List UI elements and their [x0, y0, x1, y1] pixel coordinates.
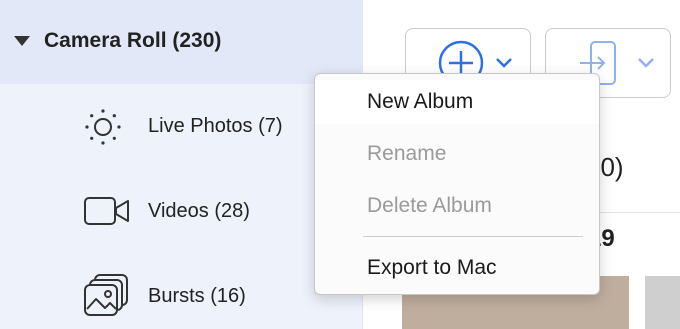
- video-camera-icon: [84, 197, 129, 225]
- context-menu: New Album Rename Delete Album Export to …: [314, 73, 600, 295]
- photo-thumbnail[interactable]: [645, 276, 680, 329]
- chevron-down-icon: [638, 58, 654, 68]
- menu-item-export-to-mac[interactable]: Export to Mac: [315, 246, 599, 290]
- menu-separator: [363, 236, 583, 237]
- sidebar-item-label: Live Photos (7): [148, 115, 283, 137]
- sidebar-item-label: Videos (28): [148, 200, 250, 222]
- camera-roll-label: Camera Roll (230): [44, 29, 222, 52]
- disclosure-triangle-icon[interactable]: [14, 36, 30, 46]
- sidebar-item-bursts[interactable]: Bursts (16): [0, 265, 362, 325]
- menu-item-new-album[interactable]: New Album: [315, 80, 599, 124]
- live-photo-icon: [85, 109, 121, 145]
- bursts-icon: [84, 274, 128, 316]
- menu-item-delete-album[interactable]: Delete Album: [315, 184, 599, 228]
- menu-item-rename[interactable]: Rename: [315, 132, 599, 176]
- chevron-down-icon: [496, 58, 512, 68]
- sidebar-item-videos[interactable]: Videos (28): [0, 181, 362, 241]
- sidebar-item-label: Bursts (16): [148, 285, 246, 307]
- sidebar: Camera Roll (230) Live Photos (7) Videos…: [0, 0, 363, 329]
- sidebar-item-live-photos[interactable]: Live Photos (7): [0, 97, 362, 157]
- sidebar-item-camera-roll[interactable]: Camera Roll (230): [0, 0, 362, 84]
